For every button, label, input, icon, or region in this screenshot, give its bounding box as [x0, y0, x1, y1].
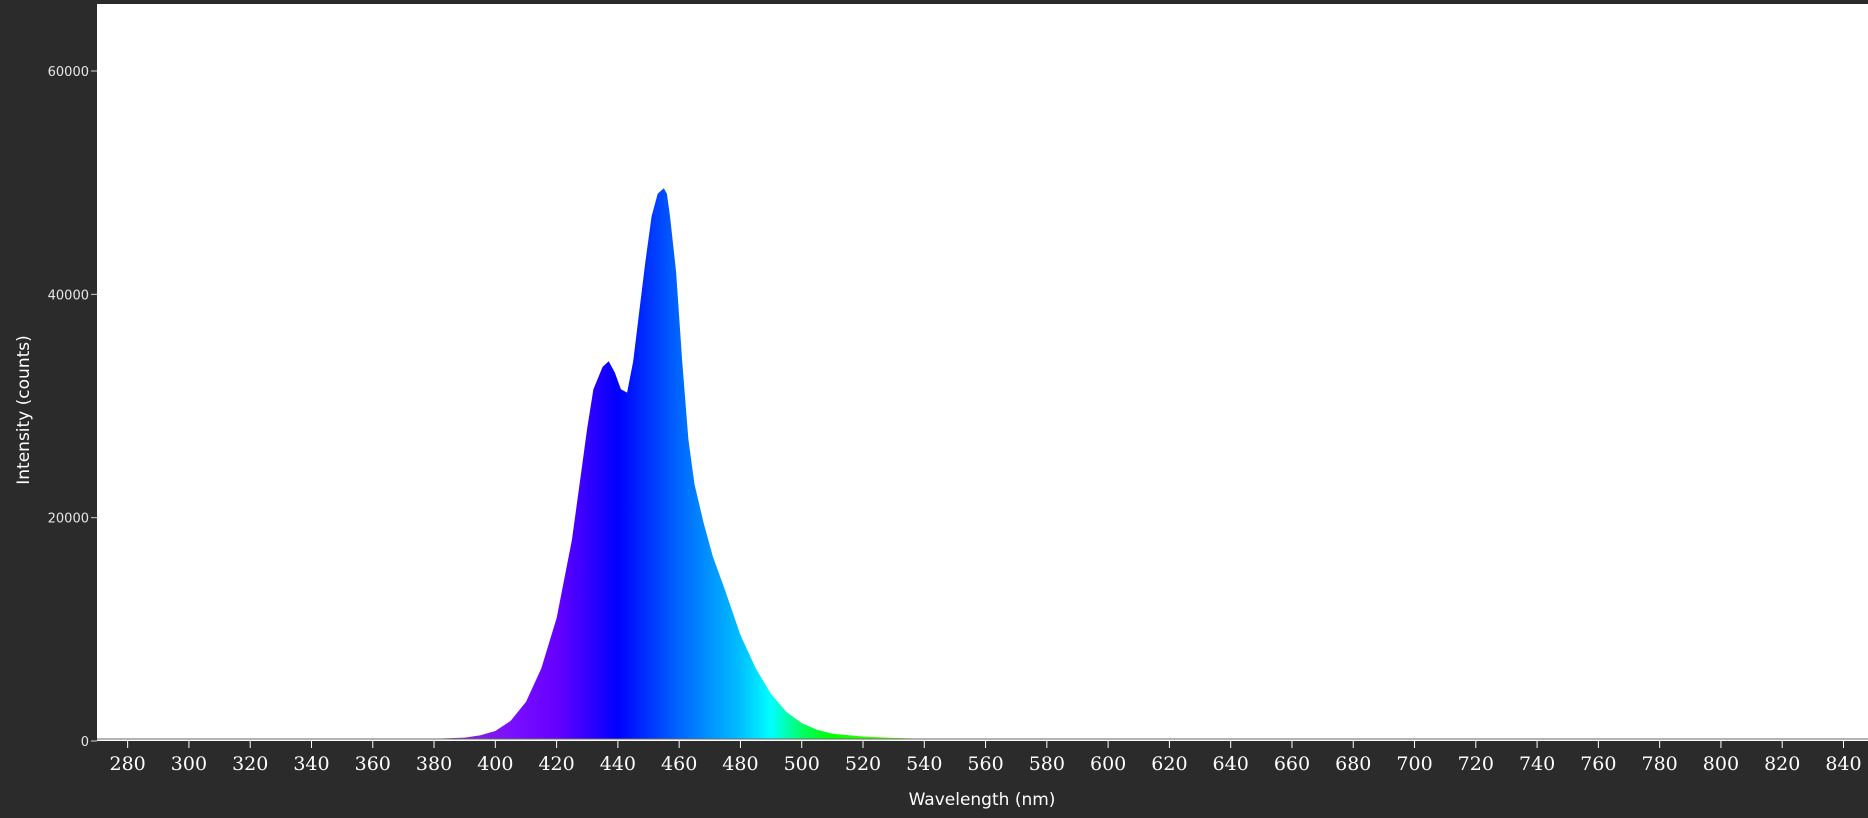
- x-tick-label: 480: [722, 753, 758, 775]
- x-tick-label: 820: [1764, 753, 1800, 775]
- x-tick-label: 840: [1825, 753, 1861, 775]
- spectrum-chart-svg: 0 20000 40000 60000 280 300 320 340 360 380 400 420…: [14, 4, 1868, 810]
- y-tick-label: 20000: [48, 512, 89, 527]
- x-tick-label: 780: [1642, 753, 1678, 775]
- x-tick-label: 640: [1213, 753, 1249, 775]
- spectrum-chart: 0 20000 40000 60000 280 300 320 340 360 380 400 420…: [0, 0, 1868, 818]
- x-tick-label: 560: [967, 753, 1003, 775]
- x-tick-label: 620: [1151, 753, 1187, 775]
- x-tick-label: 700: [1396, 753, 1432, 775]
- x-tick-label: 380: [416, 753, 452, 775]
- x-tick-label: 440: [600, 753, 636, 775]
- x-tick-label: 520: [845, 753, 881, 775]
- x-tick-label: 540: [906, 753, 942, 775]
- x-tick-label: 360: [355, 753, 391, 775]
- x-tick-label: 720: [1458, 753, 1494, 775]
- x-tick-label: 740: [1519, 753, 1555, 775]
- y-axis-title: Intensity (counts): [14, 335, 34, 484]
- x-tick-label: 580: [1029, 753, 1065, 775]
- x-tick-label: 300: [171, 753, 207, 775]
- x-tick-label: 760: [1580, 753, 1616, 775]
- x-tick-label: 280: [110, 753, 146, 775]
- x-tick-label: 680: [1335, 753, 1371, 775]
- x-axis-title: Wavelength (nm): [909, 790, 1056, 810]
- x-tick-label: 660: [1274, 753, 1310, 775]
- y-tick-label: 60000: [48, 65, 89, 80]
- x-tick-label: 400: [477, 753, 513, 775]
- y-tick-label: 40000: [48, 288, 89, 303]
- y-tick-label: 0: [81, 735, 89, 750]
- x-tick-label: 340: [293, 753, 329, 775]
- plot-area: [97, 4, 1868, 741]
- x-tick-label: 420: [538, 753, 574, 775]
- x-tick-label: 320: [232, 753, 268, 775]
- x-tick-label: 460: [661, 753, 697, 775]
- x-tick-label: 800: [1703, 753, 1739, 775]
- x-tick-label: 600: [1090, 753, 1126, 775]
- x-tick-label: 500: [784, 753, 820, 775]
